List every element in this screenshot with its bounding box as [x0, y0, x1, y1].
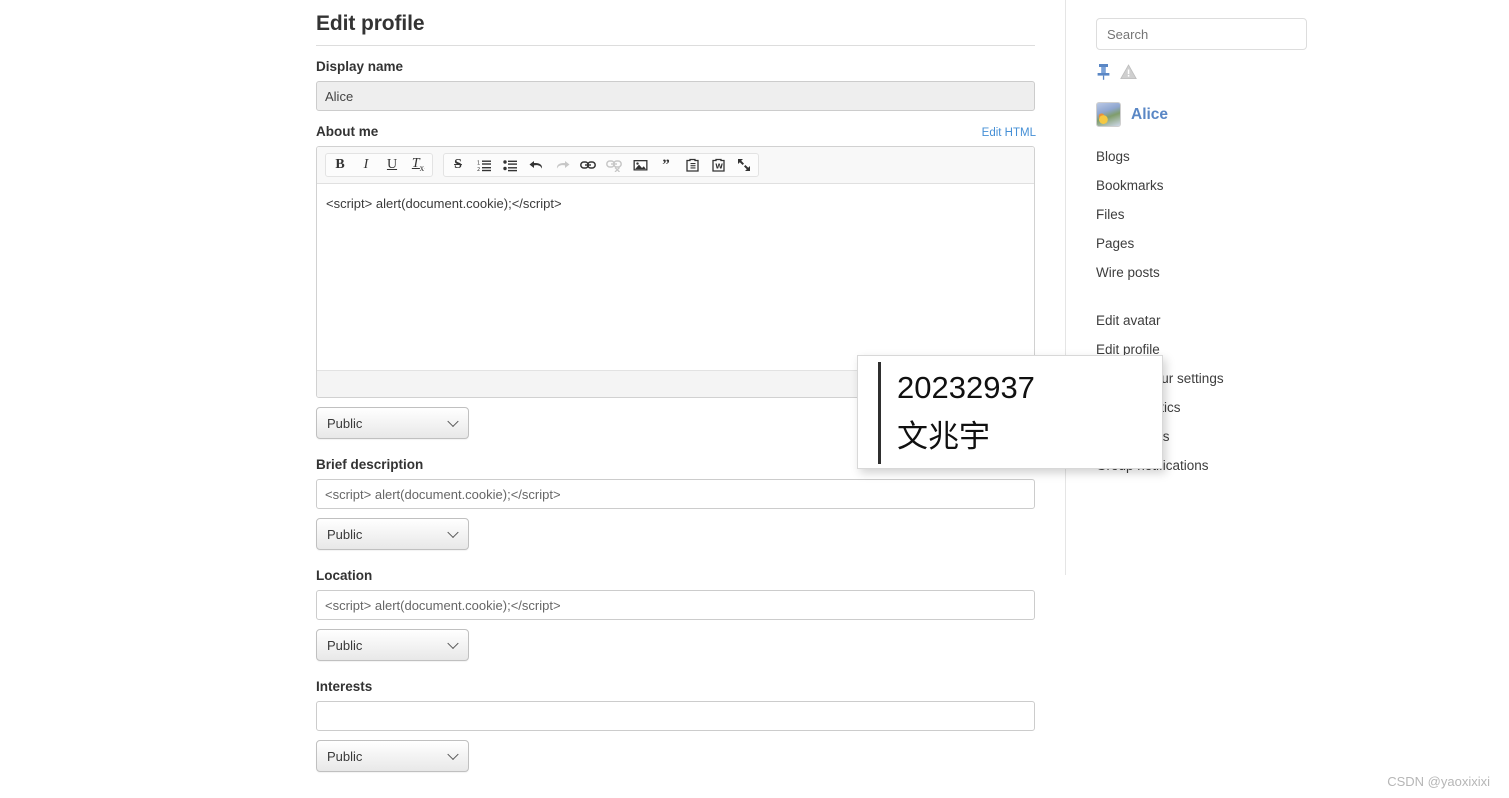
sidebar-item-edit-avatar[interactable]: Edit avatar	[1096, 306, 1396, 335]
display-name-input[interactable]	[316, 81, 1035, 111]
popup-text: 20232937 文兆宇	[897, 363, 1035, 461]
interests-access-value: Public	[327, 748, 363, 764]
editor-toolbar: B I U Tx S 1 2 ” W	[317, 147, 1034, 184]
brief-description-input[interactable]	[316, 479, 1035, 509]
popup-accent-bar	[878, 362, 881, 464]
interests-access-select[interactable]: Public	[316, 740, 469, 772]
page-root: Edit profile Display name About me Edit …	[0, 0, 1509, 798]
sidebar-item-wire-posts[interactable]: Wire posts	[1096, 258, 1396, 287]
remove-format-button[interactable]: Tx	[405, 155, 431, 175]
editor-content-area[interactable]: <script> alert(document.cookie);</script…	[317, 184, 1034, 370]
search-input[interactable]	[1096, 18, 1307, 50]
about-me-access-select[interactable]: Public	[316, 407, 469, 439]
column-divider	[1065, 0, 1066, 575]
about-me-label-row: About me Edit HTML	[316, 124, 1036, 146]
display-name-field-group: Display name	[316, 59, 1036, 111]
interests-field-group: Interests Public	[316, 679, 1036, 772]
location-field-group: Location Public	[316, 568, 1036, 661]
sidebar-user-row[interactable]: Alice	[1096, 102, 1396, 127]
sidebar-item-files[interactable]: Files	[1096, 200, 1396, 229]
sidebar-nav-primary: Blogs Bookmarks Files Pages Wire posts	[1096, 142, 1396, 287]
edit-html-link[interactable]: Edit HTML	[982, 127, 1036, 139]
interests-input[interactable]	[316, 701, 1035, 731]
maximize-button[interactable]	[731, 155, 757, 175]
strikethrough-button[interactable]: S	[445, 155, 471, 175]
maximize-icon	[738, 159, 750, 171]
brief-description-access-select[interactable]: Public	[316, 518, 469, 550]
popup-line-1: 20232937	[897, 370, 1035, 405]
about-me-access-value: Public	[327, 415, 363, 431]
svg-text:1: 1	[477, 160, 480, 166]
underline-button[interactable]: U	[379, 155, 405, 175]
chevron-down-icon	[447, 526, 459, 539]
sidebar-item-blogs[interactable]: Blogs	[1096, 142, 1396, 171]
brief-description-field-group: Brief description Public	[316, 457, 1036, 550]
floating-annotation-popup: 20232937 文兆宇	[857, 355, 1163, 469]
interests-label: Interests	[316, 679, 373, 694]
display-name-label: Display name	[316, 59, 404, 74]
numbered-list-button[interactable]: 1 2	[471, 155, 497, 175]
undo-icon	[529, 160, 542, 169]
chevron-down-icon	[447, 748, 459, 761]
image-button[interactable]	[627, 155, 653, 175]
paste-from-word-button[interactable]: W	[705, 155, 731, 175]
popup-line-2: 文兆宇	[897, 419, 990, 454]
paste-as-text-button[interactable]	[679, 155, 705, 175]
location-input[interactable]	[316, 590, 1035, 620]
bulleted-list-icon	[503, 159, 517, 171]
warning-icon[interactable]	[1120, 63, 1137, 85]
svg-text:W: W	[715, 163, 723, 171]
unlink-button[interactable]	[601, 155, 627, 175]
sidebar-icon-row	[1096, 63, 1396, 85]
editor-toolbar-group-tools: S 1 2 ” W	[443, 153, 759, 177]
brief-description-access-value: Public	[327, 526, 363, 542]
chevron-down-icon	[447, 415, 459, 428]
bulleted-list-button[interactable]	[497, 155, 523, 175]
location-access-value: Public	[327, 637, 363, 653]
link-button[interactable]	[575, 155, 601, 175]
svg-text:2: 2	[477, 167, 480, 172]
title-divider	[316, 45, 1035, 46]
location-label: Location	[316, 568, 373, 583]
page-title: Edit profile	[316, 12, 425, 35]
chevron-down-icon	[447, 637, 459, 650]
editor-toolbar-group-basic-styles: B I U Tx	[325, 153, 433, 177]
redo-button[interactable]	[549, 155, 575, 175]
redo-icon	[556, 160, 569, 169]
numbered-list-icon: 1 2	[477, 160, 491, 172]
sidebar-item-bookmarks[interactable]: Bookmarks	[1096, 171, 1396, 200]
about-me-label: About me	[316, 124, 379, 139]
blockquote-button[interactable]: ”	[653, 155, 679, 175]
watermark: CSDN @yaoxixixi	[1387, 774, 1490, 789]
sidebar-username[interactable]: Alice	[1131, 106, 1168, 124]
image-icon	[633, 160, 647, 171]
avatar[interactable]	[1096, 102, 1121, 127]
location-access-select[interactable]: Public	[316, 629, 469, 661]
italic-button[interactable]: I	[353, 155, 379, 175]
sidebar-item-pages[interactable]: Pages	[1096, 229, 1396, 258]
link-icon	[580, 161, 596, 169]
clipboard-word-icon: W	[711, 158, 725, 172]
bold-button[interactable]: B	[327, 155, 353, 175]
clipboard-text-icon	[685, 158, 699, 172]
sidebar-nav-gap	[1096, 287, 1396, 306]
undo-button[interactable]	[523, 155, 549, 175]
pin-icon[interactable]	[1096, 63, 1111, 85]
unlink-icon	[606, 159, 622, 172]
